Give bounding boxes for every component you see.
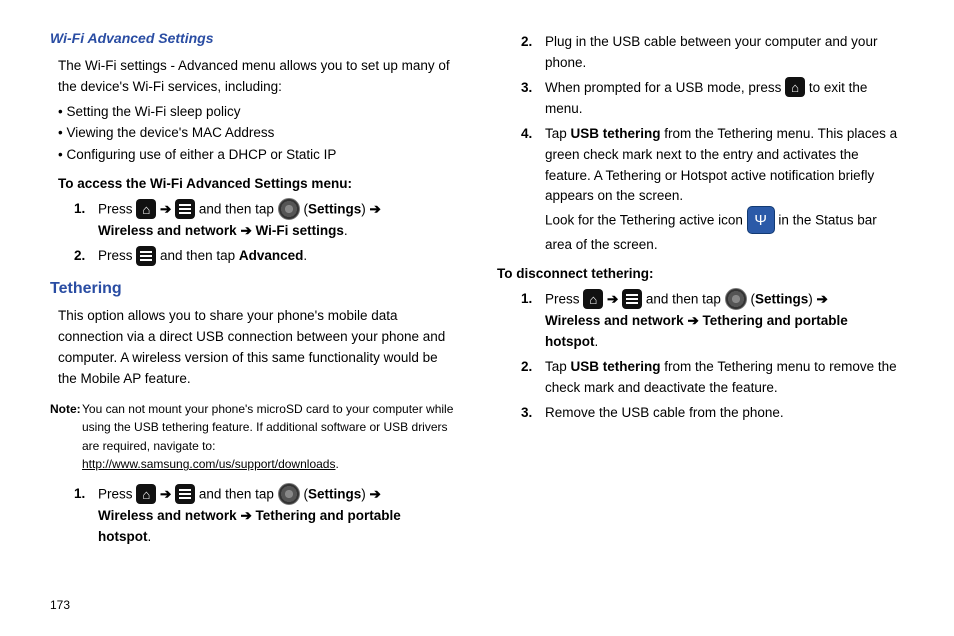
step-marker: 4.	[521, 124, 532, 145]
two-column-layout: Wi-Fi Advanced Settings The Wi-Fi settin…	[50, 28, 904, 594]
gear-icon	[278, 483, 300, 505]
column-left: Wi-Fi Advanced Settings The Wi-Fi settin…	[50, 28, 457, 594]
note-block: Note: You can not mount your phone's mic…	[50, 400, 457, 474]
text: Press	[545, 292, 583, 307]
usb-tethering-label: USB tethering	[571, 359, 661, 374]
arrow-icon: ➔	[240, 508, 251, 523]
text: When prompted for a USB mode, press	[545, 80, 785, 95]
tethering-steps-cont: 2. Plug in the USB cable between your co…	[521, 32, 904, 256]
step: 1. Press ➔ and then tap (Settings) ➔ Wir…	[521, 289, 904, 353]
step-marker: 1.	[74, 199, 85, 220]
step-marker: 3.	[521, 403, 532, 424]
page-number: 173	[50, 598, 904, 612]
step: 2. Press and then tap Advanced.	[74, 246, 457, 267]
path-part: Wireless and network	[98, 223, 237, 238]
text: .	[148, 529, 152, 544]
wifi-advanced-steps: 1. Press ➔ and then tap (Settings) ➔ Wir…	[74, 199, 457, 267]
text: Remove the USB cable from the phone.	[545, 405, 784, 420]
step: 1. Press ➔ and then tap (Settings) ➔ Wir…	[74, 484, 457, 548]
tethering-steps: 1. Press ➔ and then tap (Settings) ➔ Wir…	[74, 484, 457, 548]
path-part: Wi-Fi settings	[256, 223, 344, 238]
arrow-icon: ➔	[369, 202, 380, 217]
arrow-icon: ➔	[369, 486, 380, 501]
text: .	[344, 223, 348, 238]
text: Plug in the USB cable between your compu…	[545, 34, 877, 70]
column-right: 2. Plug in the USB cable between your co…	[497, 28, 904, 594]
note-text: You can not mount your phone's microSD c…	[82, 402, 453, 453]
text: and then tap	[646, 292, 725, 307]
text: and then tap	[199, 486, 278, 501]
step: 3. Remove the USB cable from the phone.	[521, 403, 904, 424]
arrow-icon: ➔	[160, 486, 171, 501]
settings-label: Settings	[308, 202, 361, 217]
step-marker: 3.	[521, 78, 532, 99]
step-marker: 1.	[74, 484, 85, 505]
text: Press	[98, 486, 136, 501]
wifi-advanced-bullets: Setting the Wi-Fi sleep policy Viewing t…	[50, 102, 457, 167]
home-icon	[785, 77, 805, 97]
text: .	[335, 457, 338, 471]
menu-icon	[175, 484, 195, 504]
settings-label: Settings	[755, 292, 808, 307]
tethering-intro: This option allows you to share your pho…	[58, 306, 457, 390]
step-marker: 2.	[74, 246, 85, 267]
heading-tethering: Tethering	[50, 277, 457, 302]
text: Press	[98, 248, 136, 263]
list-item: Viewing the device's MAC Address	[58, 123, 457, 144]
step: 4. Tap USB tethering from the Tethering …	[521, 124, 904, 257]
arrow-icon: ➔	[607, 292, 618, 307]
path-part: Wireless and network	[545, 313, 684, 328]
menu-icon	[136, 246, 156, 266]
list-item: Setting the Wi-Fi sleep policy	[58, 102, 457, 123]
gear-icon	[278, 198, 300, 220]
usb-tethering-icon	[747, 206, 775, 234]
note-label: Note:	[50, 400, 81, 419]
menu-icon	[175, 199, 195, 219]
home-icon	[583, 289, 603, 309]
text: Tap	[545, 359, 571, 374]
list-item: Configuring use of either a DHCP or Stat…	[58, 145, 457, 166]
note-link[interactable]: http://www.samsung.com/us/support/downlo…	[82, 457, 335, 471]
settings-label: Settings	[308, 486, 361, 501]
home-icon	[136, 484, 156, 504]
usb-tethering-label: USB tethering	[571, 126, 661, 141]
step-marker: 1.	[521, 289, 532, 310]
home-icon	[136, 199, 156, 219]
menu-icon	[622, 289, 642, 309]
text: .	[595, 334, 599, 349]
arrow-icon: ➔	[240, 223, 251, 238]
gear-icon	[725, 288, 747, 310]
step-marker: 2.	[521, 32, 532, 53]
wifi-advanced-intro: The Wi-Fi settings - Advanced menu allow…	[58, 56, 457, 98]
step: 3. When prompted for a USB mode, press t…	[521, 78, 904, 120]
disconnect-leadin: To disconnect tethering:	[497, 264, 904, 285]
path-part: Wireless and network	[98, 508, 237, 523]
step: 2. Plug in the USB cable between your co…	[521, 32, 904, 74]
step: 1. Press ➔ and then tap (Settings) ➔ Wir…	[74, 199, 457, 242]
text: Press	[98, 202, 136, 217]
arrow-icon: ➔	[160, 202, 171, 217]
text: Tap	[545, 126, 571, 141]
text: .	[303, 248, 307, 263]
step: 2. Tap USB tethering from the Tethering …	[521, 357, 904, 399]
text: Look for the Tethering active icon	[545, 213, 747, 228]
heading-wifi-advanced: Wi-Fi Advanced Settings	[50, 28, 457, 50]
step-marker: 2.	[521, 357, 532, 378]
manual-page: Wi-Fi Advanced Settings The Wi-Fi settin…	[0, 0, 954, 636]
text: and then tap	[160, 248, 239, 263]
advanced-label: Advanced	[239, 248, 304, 263]
disconnect-steps: 1. Press ➔ and then tap (Settings) ➔ Wir…	[521, 289, 904, 424]
wifi-advanced-leadin: To access the Wi-Fi Advanced Settings me…	[58, 174, 457, 195]
arrow-icon: ➔	[687, 313, 698, 328]
arrow-icon: ➔	[816, 292, 827, 307]
text: and then tap	[199, 202, 278, 217]
